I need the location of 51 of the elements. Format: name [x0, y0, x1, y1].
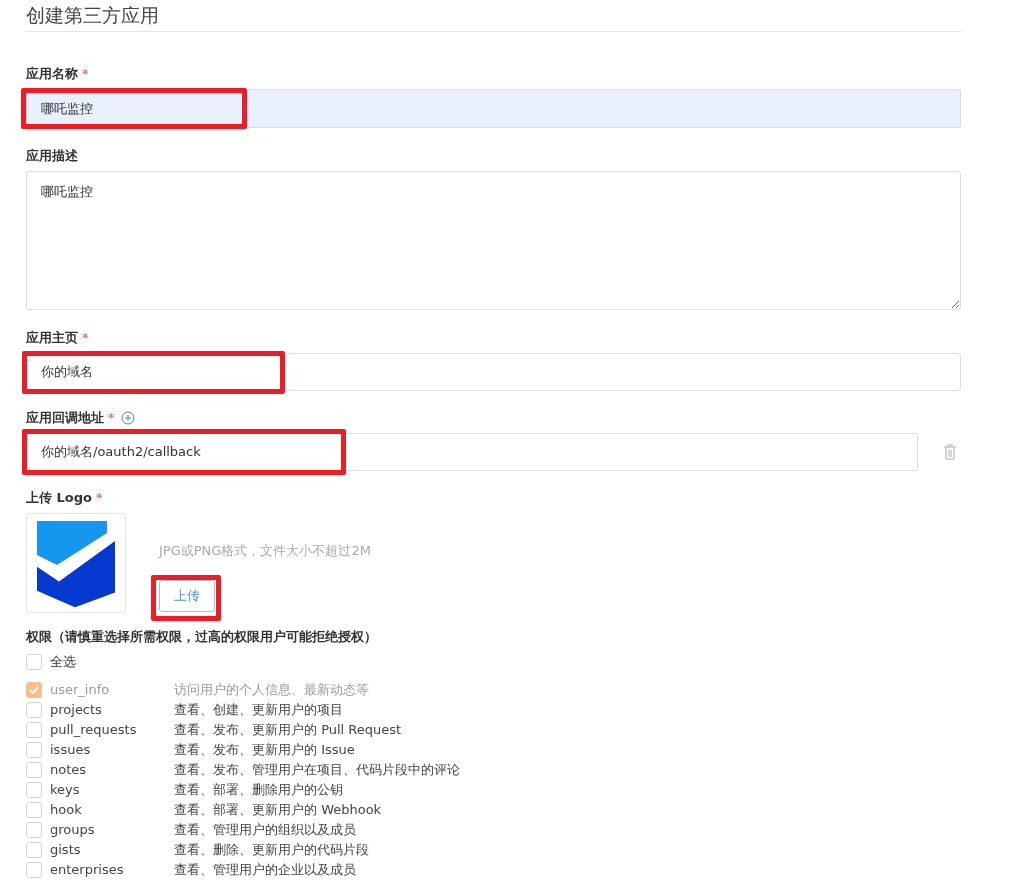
upload-hint: JPG或PNG格式，文件大小不超过2M [159, 542, 371, 560]
field-label: 应用描述 [26, 147, 78, 166]
trash-icon[interactable] [943, 444, 957, 460]
field-label: 上传 Logo [26, 489, 92, 508]
checkbox[interactable] [26, 702, 42, 718]
scope-name: notes [50, 761, 88, 780]
scope-description: 查看、发布、更新用户的 Issue [174, 741, 355, 760]
checkbox[interactable] [26, 782, 42, 798]
checkbox[interactable] [26, 654, 42, 670]
scope-name: groups [50, 821, 96, 840]
upload-button[interactable]: 上传 [159, 579, 215, 612]
checkbox-label: 全选 [50, 653, 76, 672]
scope-description: 查看、管理用户的企业以及成员 [174, 861, 356, 880]
scope-description: 查看、管理用户的组织以及成员 [174, 821, 356, 840]
required-asterisk: * [82, 329, 89, 348]
page-title: 创建第三方应用 [26, 3, 159, 28]
add-circle-icon[interactable] [120, 411, 135, 425]
field-label: 应用回调地址 [26, 409, 104, 428]
required-asterisk: * [108, 409, 115, 428]
scope-description: 查看、创建、更新用户的项目 [174, 701, 343, 720]
permissions-label: 权限（请慎重选择所需权限，过高的权限用户可能拒绝授权） [26, 628, 378, 645]
required-asterisk: * [82, 65, 89, 84]
scope-name: enterprises [50, 861, 125, 880]
scope-description: 查看、发布、管理用户在项目、代码片段中的评论 [174, 761, 460, 780]
scope-description: 查看、部署、删除用户的公钥 [174, 781, 343, 800]
checkmark-icon [29, 686, 39, 694]
checkbox[interactable] [26, 762, 42, 778]
checkbox[interactable] [26, 822, 42, 838]
checkbox[interactable] [26, 722, 42, 738]
checkbox[interactable] [26, 742, 42, 758]
scope-description: 访问用户的个人信息、最新动态等 [174, 681, 369, 700]
scope-name: keys [50, 781, 81, 800]
scope-name: issues [50, 741, 92, 760]
checkbox[interactable] [26, 802, 42, 818]
checkbox[interactable] [26, 842, 42, 858]
scope-name: projects [50, 701, 103, 720]
input-field[interactable]: 哪吒监控 [26, 89, 961, 128]
scope-description: 查看、发布、更新用户的 Pull Request [174, 721, 402, 740]
checkbox[interactable] [26, 862, 42, 878]
scope-description: 查看、部署、更新用户的 Webhook [174, 801, 382, 820]
input-field[interactable]: 你的域名/oauth2/callback [26, 433, 918, 471]
field-label: 应用名称 [26, 65, 78, 84]
field-label: 应用主页 [26, 329, 78, 348]
shield-check-logo-icon [35, 519, 117, 607]
text-area[interactable]: 哪吒监控 [26, 171, 961, 310]
scope-description: 查看、删除、更新用户的代码片段 [174, 841, 369, 860]
scope-name: pull_requests [50, 721, 138, 740]
required-asterisk: * [96, 489, 103, 508]
scope-name: gists [50, 841, 82, 860]
scope-name: user_info [50, 681, 111, 700]
scope-name: hook [50, 801, 83, 820]
